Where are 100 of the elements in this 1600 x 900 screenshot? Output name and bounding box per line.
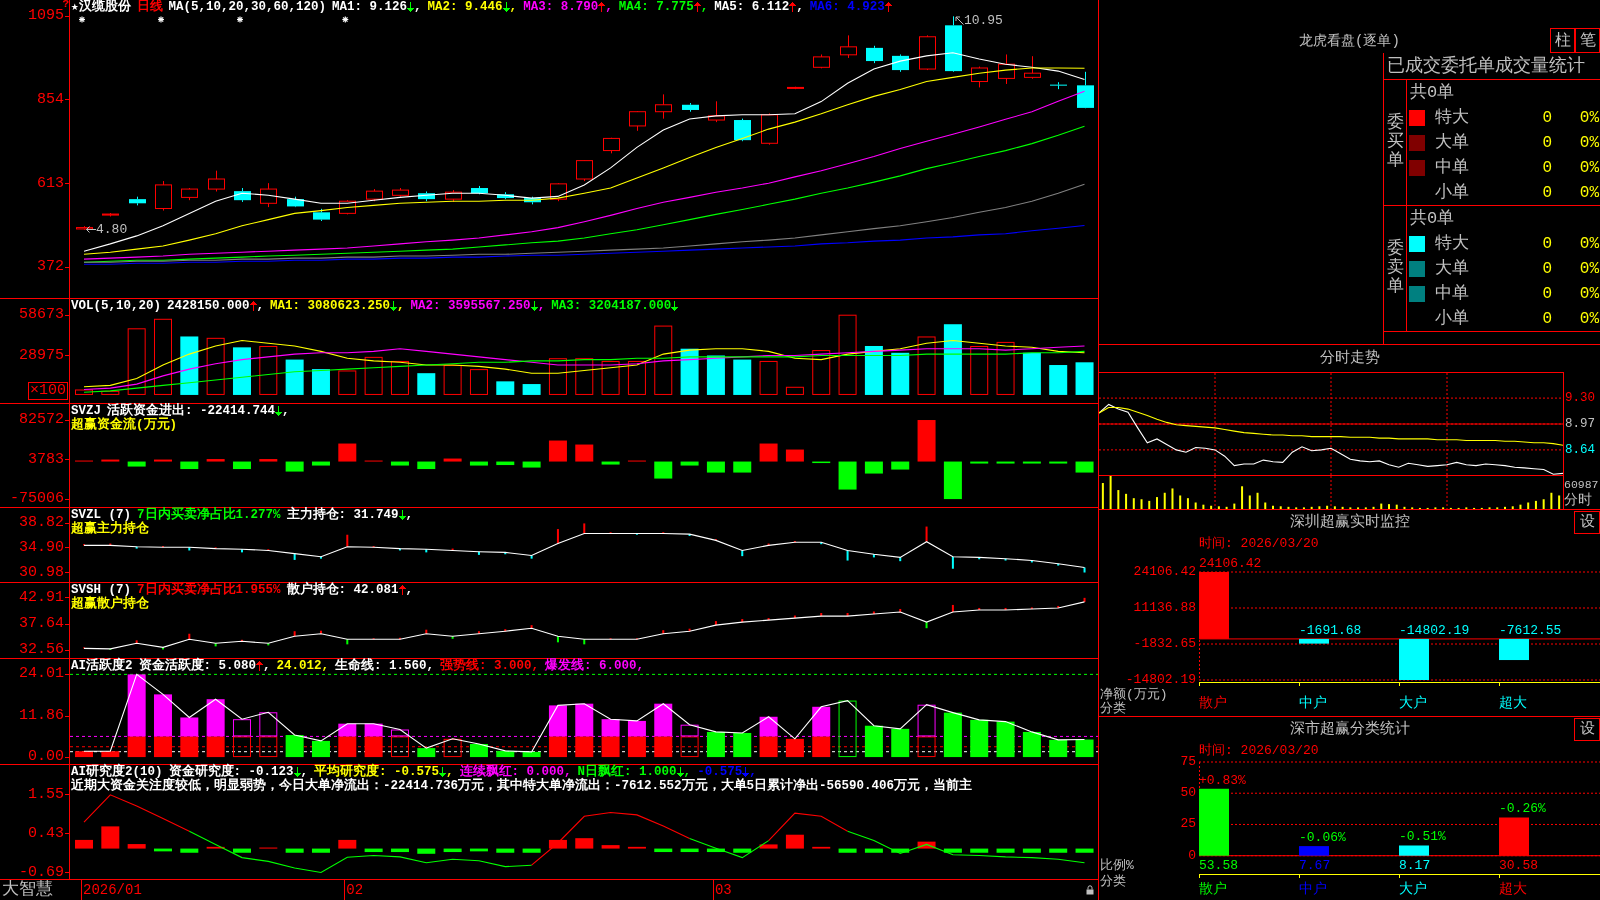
y-axis-label: -75006 xyxy=(10,492,64,507)
y-axis-label: 50 xyxy=(1180,786,1196,801)
legend-item: SVZJ xyxy=(71,404,101,418)
legend-item: MA6: 4.923 xyxy=(809,0,885,14)
legend-item: 爆发线: 6.000, xyxy=(545,659,645,673)
y-axis-label: 1095 xyxy=(28,9,64,24)
legend-item: -0.575 xyxy=(697,765,743,779)
legend-separator: , xyxy=(256,299,265,313)
y-axis-label: 854 xyxy=(37,92,64,107)
y-axis-label: 8.64 xyxy=(1565,442,1595,457)
price-annotation: 10.95 xyxy=(963,14,1003,28)
legend-separator: , xyxy=(405,508,414,522)
legend-item: MA3: 3204187.000 xyxy=(551,299,672,313)
y-axis-label: 613 xyxy=(37,176,64,191)
legend-item: 日线 xyxy=(136,0,163,14)
value-label: 53.58 xyxy=(1199,858,1238,873)
y-axis-label: 9.30 xyxy=(1565,391,1595,406)
legend-item: 连续飘红: 0.000, xyxy=(459,765,572,779)
order-size-label: 中单 xyxy=(1435,284,1470,303)
legend-separator: , xyxy=(405,583,414,597)
timestamp-label: 时间: 2026/03/20 xyxy=(1199,535,1319,551)
order-percent: 0% xyxy=(1579,183,1600,202)
legend-item: 资金活跃度: 5.080 xyxy=(138,659,257,673)
legend-separator: , xyxy=(796,0,804,14)
legend-separator: , xyxy=(537,299,546,313)
value-label: -1691.68 xyxy=(1299,623,1362,638)
legend-item: AI研究度2(10) xyxy=(71,765,163,779)
legend-item: 强势线: 3.000, xyxy=(440,659,540,673)
order-percent: 0% xyxy=(1579,108,1600,127)
legend-item: 主力持仓: 31.749 xyxy=(286,508,399,522)
axis-title: 净额(万元) xyxy=(1099,688,1169,702)
legend-item: AI活跃度2 xyxy=(71,659,133,673)
y-axis-label: 58673 xyxy=(19,308,64,323)
legend-item: MA2: 3595567.250 xyxy=(410,299,531,313)
legend-item: MA5: 6.112 xyxy=(714,0,790,14)
legend-item: 近期大资金关注度较低，明显弱势，今日大单净流出：-22414.736万元，其中特大单净流出：-7612.552万元，大单5日累计净出-56590.406万元，当前主 xyxy=(71,779,973,793)
order-count: 0 xyxy=(1542,133,1552,152)
group-label: 委卖单 xyxy=(1386,240,1404,297)
legend-item: 生命线: 1.560, xyxy=(335,659,435,673)
legend-item: 24.012, xyxy=(276,659,330,673)
panel-title: 龙虎看盘(逐单) xyxy=(1299,32,1400,49)
order-size-label: 特大 xyxy=(1435,234,1470,253)
legend-item: N日飘红: 1.000 xyxy=(577,765,677,779)
legend-separator: , xyxy=(397,299,405,313)
order-percent: 0% xyxy=(1579,284,1600,303)
y-axis-label: -14802.19 xyxy=(1125,673,1196,687)
date-label: 03 xyxy=(714,882,732,898)
legend-item: 超赢散户持仓 xyxy=(71,597,149,611)
legend-item: 2428150.000 xyxy=(167,299,250,313)
order-size-label: 小单 xyxy=(1435,309,1470,328)
y-axis-label: 34.90 xyxy=(19,540,64,555)
table-title: 已成交委托单成交量统计 xyxy=(1387,56,1585,76)
legend-separator: , xyxy=(282,404,290,418)
legend-item: 7日内买卖净占比1.277% xyxy=(137,508,281,522)
legend-separator: , xyxy=(683,765,692,779)
value-label: -7612.55 xyxy=(1499,623,1562,638)
order-count: 0 xyxy=(1542,234,1552,253)
legend-separator: , xyxy=(446,765,454,779)
legend-item: MA3: 8.790 xyxy=(523,0,599,14)
y-axis-label: 75 xyxy=(1180,755,1196,769)
legend-item: VOL(5,10,20) xyxy=(71,299,161,313)
order-total: 共0单 xyxy=(1410,209,1455,228)
legend-item: MA4: 7.775 xyxy=(618,0,694,14)
price-annotation: 4.80 xyxy=(96,222,128,236)
value-label: -14802.19 xyxy=(1399,623,1470,638)
legend-separator: , xyxy=(605,0,613,14)
category-label: 中户 xyxy=(1299,881,1327,897)
order-percent: 0% xyxy=(1579,234,1600,253)
change-label: +0.83% xyxy=(1199,773,1246,788)
legend-item: 超赢资金流(万元) xyxy=(71,418,177,432)
y-axis-label: 0.43 xyxy=(28,826,64,841)
order-count: 0 xyxy=(1542,309,1552,328)
question-mark: ? xyxy=(62,0,69,9)
order-count: 0 xyxy=(1542,108,1552,127)
panel-title: 深圳超赢实时监控 xyxy=(1289,514,1410,531)
y-axis-label: 32.56 xyxy=(19,643,64,658)
value-label: 30.58 xyxy=(1499,858,1538,873)
value-label: 8.17 xyxy=(1399,858,1431,873)
y-axis-label: 42.91 xyxy=(19,590,64,605)
pane-label: 分时 xyxy=(1564,492,1593,508)
panel-title: 深市超赢分类统计 xyxy=(1289,721,1410,738)
order-size-label: 中单 xyxy=(1435,158,1470,177)
order-percent: 0% xyxy=(1579,133,1600,152)
y-axis-label: 3783 xyxy=(28,452,64,467)
change-label: -0.26% xyxy=(1499,802,1546,817)
date-label: 02 xyxy=(346,882,364,898)
category-label: 大户 xyxy=(1399,695,1427,711)
order-size-label: 大单 xyxy=(1435,259,1470,278)
value-label: 24106.42 xyxy=(1199,557,1262,571)
panel-title: 分时走势 xyxy=(1319,350,1380,367)
date-label: 2026/01 xyxy=(83,882,142,898)
y-axis-label: 25 xyxy=(1180,817,1196,832)
y-axis-label: -1832.65 xyxy=(1133,637,1196,651)
order-percent: 0% xyxy=(1579,259,1600,278)
order-count: 0 xyxy=(1542,284,1552,303)
category-label: 散户 xyxy=(1199,881,1227,897)
brand-name: 大智慧 xyxy=(2,881,53,899)
order-count: 0 xyxy=(1542,158,1552,177)
order-size-label: 特大 xyxy=(1435,108,1470,127)
y-axis-label: 24.01 xyxy=(19,667,64,682)
